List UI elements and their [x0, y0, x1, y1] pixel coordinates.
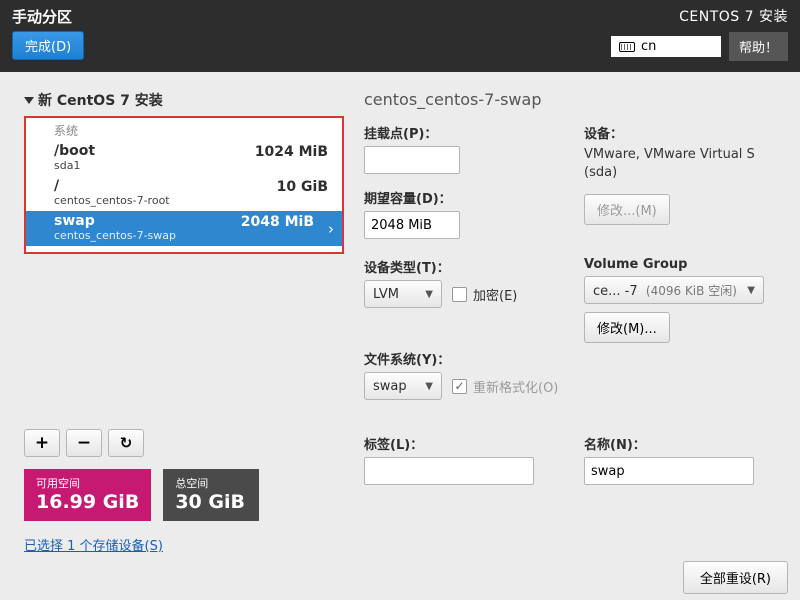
partition-device: sda1 — [54, 159, 328, 172]
keyboard-icon — [619, 42, 635, 52]
encrypt-checkbox[interactable] — [452, 287, 467, 302]
install-header[interactable]: 新 CentOS 7 安装 — [24, 90, 344, 110]
help-button[interactable]: 帮助！ — [729, 32, 788, 61]
vg-label: Volume Group — [584, 257, 784, 272]
capacity-input[interactable] — [364, 211, 460, 239]
available-space-box: 可用空间 16.99 GiB — [24, 469, 151, 521]
available-space-label: 可用空间 — [36, 475, 139, 491]
partition-device: centos_centos-7-root — [54, 194, 328, 207]
storage-devices-link[interactable]: 已选择 1 个存储设备(S) — [24, 535, 163, 554]
partition-row-swap[interactable]: swap centos_centos-7-swap 2048 MiB › — [26, 211, 342, 246]
fs-label: 文件系统(Y)： — [364, 349, 564, 368]
tag-input[interactable] — [364, 457, 534, 485]
partition-toolbar: + − ↻ — [24, 429, 344, 457]
devtype-label: 设备类型(T)： — [364, 257, 564, 276]
name-label: 名称(N)： — [584, 434, 784, 453]
capacity-label: 期望容量(D)： — [364, 188, 564, 207]
name-input[interactable] — [584, 457, 754, 485]
partition-group-label: 系统 — [26, 118, 342, 141]
detail-title: centos_centos-7-swap — [364, 90, 784, 109]
vg-value: ce... -7 (4096 KiB 空闲) — [593, 282, 737, 299]
reformat-checkbox — [452, 379, 467, 394]
installer-title: CENTOS 7 安装 — [679, 6, 788, 26]
reload-icon: ↻ — [120, 434, 133, 452]
partition-device: centos_centos-7-swap — [54, 229, 314, 242]
install-header-label: 新 CentOS 7 安装 — [38, 90, 163, 110]
devtype-value: LVM — [373, 287, 399, 302]
partition-list-panel: 新 CentOS 7 安装 系统 /boot sda1 1024 MiB / c… — [24, 90, 344, 554]
reformat-label: 重新格式化(O) — [473, 377, 558, 396]
chevron-down-icon: ▼ — [747, 285, 755, 296]
modify-device-button: 修改...(M) — [584, 194, 670, 225]
reset-all-button[interactable]: 全部重设(R) — [683, 561, 788, 594]
chevron-right-icon: › — [328, 220, 334, 238]
keyboard-layout-selector[interactable]: cn — [611, 36, 721, 57]
fs-value: swap — [373, 379, 407, 394]
vg-select[interactable]: ce... -7 (4096 KiB 空闲) ▼ — [584, 276, 764, 304]
keyboard-layout-label: cn — [641, 39, 656, 54]
mountpoint-input[interactable] — [364, 146, 460, 174]
partition-size: 1024 MiB — [255, 144, 328, 160]
total-space-box: 总空间 30 GiB — [163, 469, 259, 521]
top-bar: 手动分区 完成(D) CENTOS 7 安装 cn 帮助！ — [0, 0, 800, 72]
encrypt-label: 加密(E) — [473, 285, 517, 304]
partition-list: 系统 /boot sda1 1024 MiB / centos_centos-7… — [24, 116, 344, 254]
chevron-down-icon: ▼ — [425, 289, 433, 300]
devtype-select[interactable]: LVM ▼ — [364, 280, 442, 308]
total-space-value: 30 GiB — [175, 491, 247, 513]
available-space-value: 16.99 GiB — [36, 491, 139, 513]
device-label: 设备： — [584, 123, 784, 142]
partition-row-boot[interactable]: /boot sda1 1024 MiB — [26, 141, 342, 176]
reload-button[interactable]: ↻ — [108, 429, 144, 457]
modify-vg-button[interactable]: 修改(M)... — [584, 312, 670, 343]
detail-panel: centos_centos-7-swap 挂载点(P)： 设备： VMware,… — [364, 90, 784, 554]
device-text: VMware, VMware Virtual S (sda) — [584, 146, 784, 182]
page-title: 手动分区 — [12, 6, 84, 27]
fs-select[interactable]: swap ▼ — [364, 372, 442, 400]
mountpoint-label: 挂载点(P)： — [364, 123, 564, 142]
partition-row-root[interactable]: / centos_centos-7-root 10 GiB — [26, 176, 342, 211]
tag-label: 标签(L)： — [364, 434, 564, 453]
partition-size: 10 GiB — [277, 179, 328, 195]
add-partition-button[interactable]: + — [24, 429, 60, 457]
partition-size: 2048 MiB — [241, 214, 314, 230]
total-space-label: 总空间 — [175, 475, 247, 491]
chevron-down-icon — [24, 97, 34, 104]
chevron-down-icon: ▼ — [425, 381, 433, 392]
done-button[interactable]: 完成(D) — [12, 31, 84, 60]
encrypt-checkbox-row[interactable]: 加密(E) — [452, 285, 517, 304]
remove-partition-button[interactable]: − — [66, 429, 102, 457]
space-summary: 可用空间 16.99 GiB 总空间 30 GiB — [24, 469, 344, 521]
reformat-checkbox-row: 重新格式化(O) — [452, 377, 558, 396]
